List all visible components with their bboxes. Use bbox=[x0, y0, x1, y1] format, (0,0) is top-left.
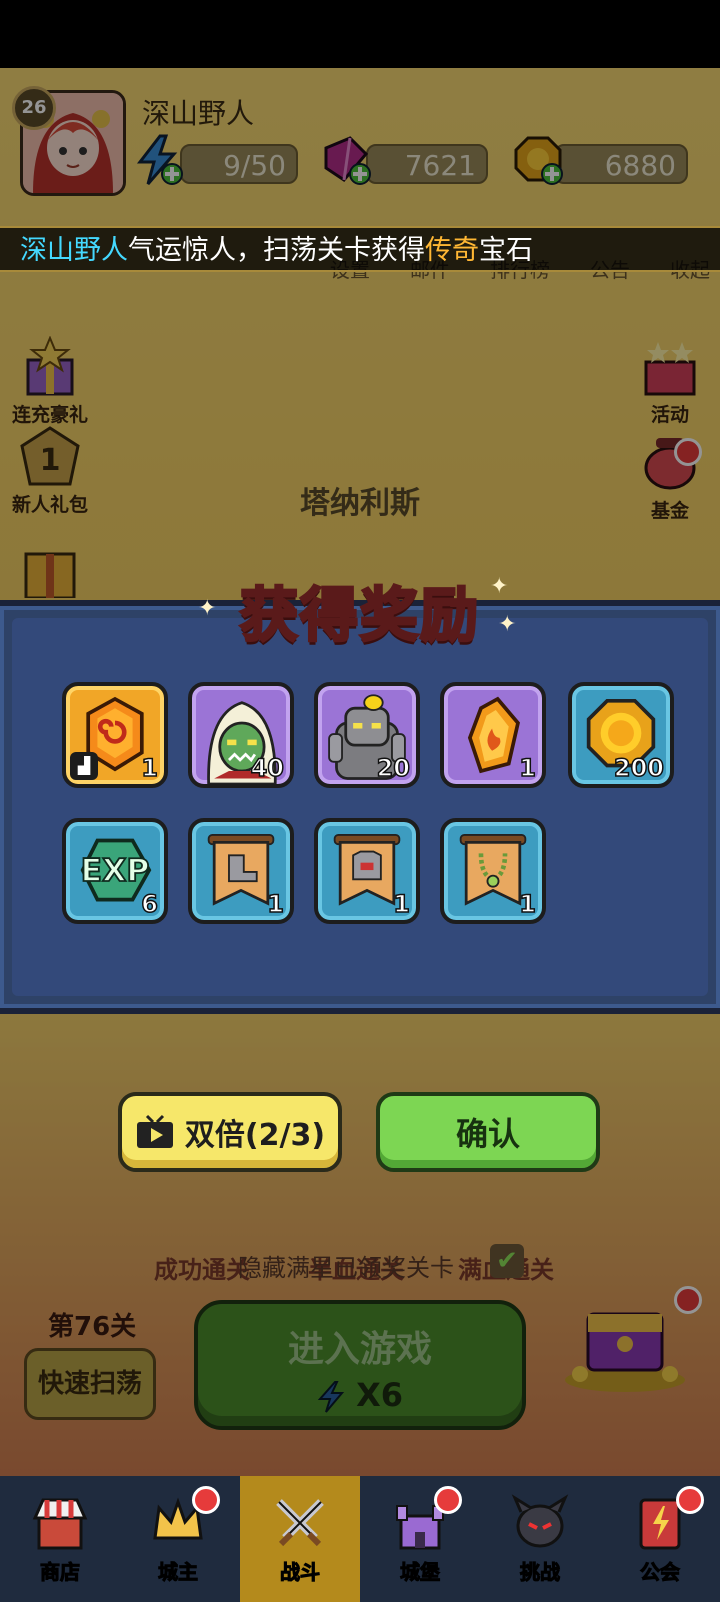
video-ad-icon bbox=[136, 1114, 173, 1148]
reward-item[interactable]: 1 bbox=[188, 818, 294, 924]
tab-castle[interactable]: 城堡 bbox=[360, 1476, 480, 1602]
broadcast-ticker: 深山野人气运惊人，扫荡关卡获得传奇宝石 bbox=[0, 226, 720, 272]
reward-qty: 200 bbox=[613, 753, 665, 783]
double-reward-label: 双倍(2/3) bbox=[184, 1118, 326, 1153]
reward-item[interactable]: 1 bbox=[314, 818, 420, 924]
ticker-player-name: 深山野人 bbox=[20, 235, 128, 266]
notification-dot bbox=[434, 1486, 462, 1514]
demon-mask-icon bbox=[511, 1494, 569, 1552]
reward-qty: 1 bbox=[519, 889, 537, 919]
confirm-button[interactable]: 确认 bbox=[376, 1092, 600, 1172]
ticker-suffix: 宝石 bbox=[479, 235, 533, 266]
reward-item[interactable]: EXP 6 bbox=[62, 818, 168, 924]
ticker-text: 气运惊人，扫荡关卡获得 bbox=[128, 235, 425, 266]
tab-challenge[interactable]: 挑战 bbox=[480, 1476, 600, 1602]
notification-dot bbox=[192, 1486, 220, 1514]
svg-text:EXP: EXP bbox=[81, 853, 150, 889]
tab-lord[interactable]: 城主 bbox=[118, 1476, 238, 1602]
reward-dialog-title: 获得奖励 bbox=[238, 580, 480, 651]
bottom-tab-bar: 商店 城主 战斗 城堡 挑战 公会 bbox=[0, 1476, 720, 1602]
reward-item[interactable]: ▟ 1 bbox=[62, 682, 168, 788]
reward-item[interactable]: 40 bbox=[188, 682, 294, 788]
reward-dialog bbox=[0, 600, 720, 1014]
reward-item[interactable]: 1 bbox=[440, 682, 546, 788]
crossed-swords-icon bbox=[271, 1494, 329, 1552]
reward-qty: 40 bbox=[250, 753, 285, 783]
double-reward-button[interactable]: 双倍(2/3) bbox=[118, 1092, 342, 1172]
reward-qty: 6 bbox=[141, 889, 159, 919]
reward-qty: 1 bbox=[519, 753, 537, 783]
reward-qty: 1 bbox=[393, 889, 411, 919]
reward-item[interactable]: 1 bbox=[440, 818, 546, 924]
boots-badge-icon: ▟ bbox=[70, 752, 98, 780]
tab-battle[interactable]: 战斗 bbox=[240, 1476, 360, 1602]
reward-qty: 1 bbox=[267, 889, 285, 919]
notification-dot bbox=[676, 1486, 704, 1514]
reward-qty: 1 bbox=[141, 753, 159, 783]
reward-item[interactable]: 20 bbox=[314, 682, 420, 788]
reward-qty: 20 bbox=[376, 753, 411, 783]
reward-item[interactable]: 200 bbox=[568, 682, 674, 788]
shop-icon bbox=[31, 1494, 89, 1552]
tab-shop[interactable]: 商店 bbox=[0, 1476, 120, 1602]
ticker-highlight: 传奇 bbox=[425, 235, 479, 266]
